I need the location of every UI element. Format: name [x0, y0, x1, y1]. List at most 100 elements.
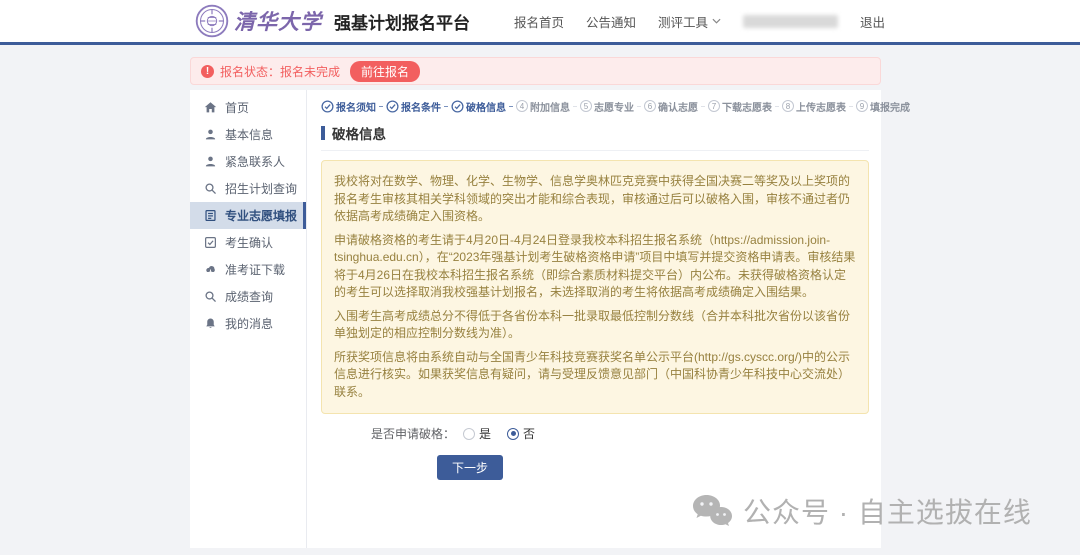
- sidebar-item-label: 招生计划查询: [225, 180, 297, 197]
- sidebar-item-label: 基本信息: [225, 126, 273, 143]
- user-icon: [204, 155, 217, 168]
- step-connector: [379, 106, 383, 107]
- sidebar-item-score-query[interactable]: 成绩查询: [190, 283, 306, 310]
- step-connector: [849, 106, 853, 107]
- main-content: 报名须知报名条件破格信息4附加信息5志愿专业6确认志愿7下载志愿表8上传志愿表9…: [307, 90, 881, 548]
- step-7: 7下载志愿表: [708, 99, 772, 114]
- next-step-button[interactable]: 下一步: [437, 455, 503, 480]
- step-label: 破格信息: [466, 99, 506, 114]
- section-title-row: 破格信息: [321, 123, 869, 143]
- sidebar-item-emergency-contact[interactable]: 紧急联系人: [190, 148, 306, 175]
- step-label: 下载志愿表: [722, 99, 772, 114]
- step-connector: [573, 106, 577, 107]
- radio-group: 是否: [463, 425, 535, 442]
- platform-title: 强基计划报名平台: [334, 9, 470, 34]
- status-alert: ! 报名状态：报名未完成 前往报名: [190, 57, 881, 85]
- step-6: 6确认志愿: [644, 99, 698, 114]
- step-label: 填报完成: [870, 99, 910, 114]
- notice-box: 我校将对在数学、物理、化学、生物学、信息学奥林匹克竞赛中获得全国决赛二等奖及以上…: [321, 160, 869, 414]
- notice-paragraph: 入围考生高考成绩总分不得低于各省份本科一批录取最低控制分数线（合并本科批次省份以…: [334, 308, 856, 343]
- step-label: 报名条件: [401, 99, 441, 114]
- sidebar-item-major-application[interactable]: 专业志愿填报: [190, 202, 306, 229]
- sidebar-item-label: 准考证下载: [225, 261, 285, 278]
- home-icon: [204, 101, 217, 114]
- step-number: 5: [580, 100, 592, 112]
- nav-item-label: 测评工具: [658, 12, 708, 31]
- sidebar-item-ticket-download[interactable]: 准考证下载: [190, 256, 306, 283]
- step-8: 8上传志愿表: [782, 99, 846, 114]
- sidebar-item-label: 我的消息: [225, 315, 273, 332]
- radio-option-label: 否: [523, 425, 535, 442]
- logout-button[interactable]: 退出: [860, 12, 885, 31]
- notice-paragraph: 所获奖项信息将由系统自动与全国青少年科技竞赛获奖名单公示平台(http://gs…: [334, 349, 856, 402]
- university-name: 清华大学: [234, 6, 322, 36]
- sidebar-item-label: 考生确认: [225, 234, 273, 251]
- radio-circle: [463, 428, 475, 440]
- go-register-button[interactable]: 前往报名: [350, 61, 420, 82]
- step-5: 5志愿专业: [580, 99, 634, 114]
- nav-item-nav-assessment-tools[interactable]: 测评工具: [658, 12, 721, 31]
- sidebar-item-candidate-confirm[interactable]: 考生确认: [190, 229, 306, 256]
- sidebar-item-basic-info[interactable]: 基本信息: [190, 121, 306, 148]
- redacted-username: [743, 15, 838, 28]
- radio-option-yes[interactable]: 是: [463, 425, 491, 442]
- sidebar-item-my-messages[interactable]: 我的消息: [190, 310, 306, 337]
- alert-status-text: 报名状态：报名未完成: [220, 63, 340, 80]
- watermark-text: 公众号 · 自主选拔在线: [743, 491, 1032, 531]
- radio-group-label: 是否申请破格：: [371, 425, 455, 442]
- nav-item-nav-announcements[interactable]: 公告通知: [586, 12, 636, 31]
- step-label: 上传志愿表: [796, 99, 846, 114]
- watermark: 公众号 · 自主选拔在线: [692, 491, 1032, 531]
- notice-paragraph: 我校将对在数学、物理、化学、生物学、信息学奥林匹克竞赛中获得全国决赛二等奖及以上…: [334, 173, 856, 226]
- sidebar-item-home[interactable]: 首页: [190, 94, 306, 121]
- step-check-icon: [451, 100, 464, 113]
- step-check-icon: [321, 100, 334, 113]
- step-number: 4: [516, 100, 528, 112]
- check-square-icon: [204, 236, 217, 249]
- sidebar-item-label: 首页: [225, 99, 249, 116]
- content-panel: 首页基本信息紧急联系人招生计划查询专业志愿填报考生确认准考证下载成绩查询我的消息…: [190, 90, 881, 548]
- radio-option-label: 是: [479, 425, 491, 442]
- step-connector: [444, 106, 448, 107]
- sidebar-item-label: 专业志愿填报: [225, 207, 297, 224]
- sidebar-item-label: 成绩查询: [225, 288, 273, 305]
- nav-item-nav-home[interactable]: 报名首页: [514, 12, 564, 31]
- step-label: 报名须知: [336, 99, 376, 114]
- notice-paragraph: 申请破格资格的考生请于4月20日-4月24日登录我校本科招生报名系统（https…: [334, 232, 856, 302]
- cloud-download-icon: [204, 263, 217, 276]
- step-connector: [701, 106, 705, 107]
- title-divider: [321, 150, 869, 151]
- warning-icon: !: [201, 65, 214, 78]
- step-9: 9填报完成: [856, 99, 910, 114]
- search-icon: [204, 290, 217, 303]
- bell-icon: [204, 317, 217, 330]
- logo-area: 清华大学 强基计划报名平台: [195, 4, 470, 38]
- radio-circle: [507, 428, 519, 440]
- step-4: 4附加信息: [516, 99, 570, 114]
- header-nav: 报名首页 公告通知 测评工具 退出: [514, 0, 885, 42]
- app-header: 清华大学 强基计划报名平台 报名首页 公告通知 测评工具 退出: [0, 0, 1080, 45]
- chevron-down-icon: [712, 18, 721, 24]
- step-2: 报名条件: [386, 99, 441, 114]
- step-connector: [775, 106, 779, 107]
- nav-item-label: 报名首页: [514, 12, 564, 31]
- nav-item-label: 公告通知: [586, 12, 636, 31]
- step-connector: [637, 106, 641, 107]
- radio-option-no[interactable]: 否: [507, 425, 535, 442]
- step-1: 报名须知: [321, 99, 376, 114]
- sidebar-item-label: 紧急联系人: [225, 153, 285, 170]
- tsinghua-seal-icon: [195, 4, 229, 38]
- form-icon: [204, 209, 217, 222]
- step-number: 6: [644, 100, 656, 112]
- title-accent-bar: [321, 126, 325, 140]
- steps-bar: 报名须知报名条件破格信息4附加信息5志愿专业6确认志愿7下载志愿表8上传志愿表9…: [321, 98, 869, 114]
- exception-radio-row: 是否申请破格： 是否: [321, 425, 869, 442]
- user-icon: [204, 128, 217, 141]
- wechat-icon: [692, 494, 732, 528]
- step-check-icon: [386, 100, 399, 113]
- step-3: 破格信息: [451, 99, 506, 114]
- step-label: 确认志愿: [658, 99, 698, 114]
- step-number: 7: [708, 100, 720, 112]
- step-label: 附加信息: [530, 99, 570, 114]
- sidebar-item-plan-query[interactable]: 招生计划查询: [190, 175, 306, 202]
